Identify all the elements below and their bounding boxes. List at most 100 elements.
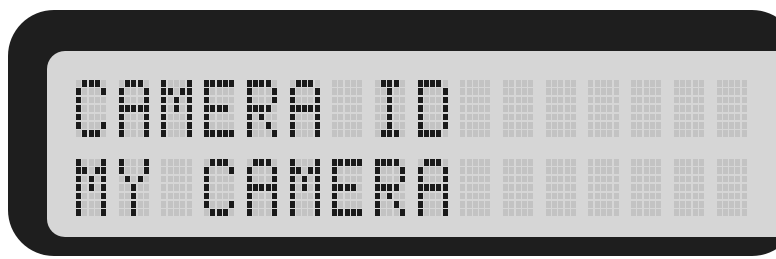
lcd-pixel-off: [656, 184, 662, 191]
lcd-pixel-off: [259, 175, 265, 183]
lcd-pixel-on: [357, 209, 363, 216]
lcd-pixel-off: [308, 209, 314, 216]
lcd-pixel-off: [381, 88, 387, 95]
lcd-pixel-off: [131, 96, 137, 104]
lcd-pixel-off: [161, 201, 167, 208]
lcd-pixel-off: [289, 80, 295, 87]
lcd-pixel-off: [393, 96, 399, 104]
lcd-pixel-off: [528, 105, 534, 112]
lcd-pixel-on: [76, 167, 81, 174]
lcd-pixel-off: [692, 122, 698, 129]
lcd-pixel-off: [302, 130, 308, 137]
lcd-pixel-off: [503, 122, 508, 129]
lcd-pixel-off: [613, 159, 619, 166]
lcd-pixel-on: [88, 175, 94, 183]
lcd-pixel-off: [741, 80, 747, 87]
lcd-pixel-off: [528, 209, 534, 216]
lcd-pixel-on: [417, 167, 423, 174]
lcd-pixel-off: [253, 192, 259, 200]
lcd-pixel-off: [393, 105, 399, 112]
lcd-pixel-off: [716, 113, 722, 121]
lcd-pixel-on: [173, 96, 179, 104]
lcd-pixel-off: [698, 159, 704, 166]
lcd-pixel-off: [351, 192, 357, 200]
lcd-pixel-on: [393, 130, 399, 137]
lcd-pixel-off: [374, 122, 380, 129]
lcd-pixel-off: [259, 88, 265, 95]
lcd-pixel-on: [314, 167, 320, 174]
lcd-pixel-on: [289, 201, 295, 208]
lcd-pixel-on: [423, 130, 429, 137]
lcd-pixel-off: [485, 192, 491, 200]
lcd-pixel-off: [680, 130, 686, 137]
lcd-pixel-off: [503, 80, 508, 87]
lcd-pixel-off: [400, 159, 406, 166]
lcd-pixel-on: [186, 113, 192, 121]
lcd-pixel-off: [393, 122, 399, 129]
lcd-pixel-off: [246, 159, 252, 166]
lcd-pixel-off: [551, 175, 557, 183]
lcd-pixel-on: [332, 209, 338, 216]
lcd-blank-cell: [460, 159, 492, 223]
lcd-pixel-on: [302, 175, 308, 183]
lcd-pixel-off: [692, 88, 698, 95]
lcd-pixel-off: [613, 88, 619, 95]
lcd-pixel-off: [460, 201, 466, 208]
lcd-pixel-off: [570, 88, 576, 95]
lcd-pixel-off: [186, 209, 192, 216]
lcd-pixel-off: [430, 105, 436, 112]
lcd-pixel-off: [357, 167, 363, 174]
lcd-pixel-on: [393, 184, 399, 191]
lcd-pixel-on: [246, 175, 252, 183]
lcd-pixel-off: [656, 130, 662, 137]
lcd-pixel-on: [314, 130, 320, 137]
lcd-pixel-off: [741, 113, 747, 121]
lcd-pixel-on: [271, 184, 277, 191]
lcd-pixel-off: [430, 122, 436, 129]
lcd-pixel-off: [680, 105, 686, 112]
lcd-pixel-off: [686, 184, 692, 191]
lcd-pixel-off: [680, 209, 686, 216]
lcd-pixel-on: [253, 105, 259, 112]
lcd-pixel-off: [600, 88, 606, 95]
lcd-pixel-on: [289, 96, 295, 104]
lcd-pixel-off: [686, 130, 692, 137]
lcd-char-cell: [374, 80, 407, 144]
lcd-pixel-off: [82, 184, 88, 191]
lcd-pixel-on: [210, 105, 216, 112]
lcd-pixel-off: [137, 96, 143, 104]
lcd-pixel-off: [600, 113, 606, 121]
lcd-pixel-on: [289, 209, 295, 216]
lcd-pixel-off: [528, 130, 534, 137]
lcd-pixel-off: [430, 88, 436, 95]
lcd-pixel-off: [265, 130, 271, 137]
lcd-pixel-off: [423, 209, 429, 216]
lcd-pixel-off: [735, 167, 741, 174]
lcd-pixel-on: [387, 96, 393, 104]
lcd-pixel-on: [381, 184, 387, 191]
lcd-pixel-on: [302, 105, 308, 112]
lcd-blank-cell: [460, 80, 492, 144]
lcd-pixel-on: [417, 201, 423, 208]
lcd-pixel-off: [393, 88, 399, 95]
lcd-pixel-off: [88, 209, 94, 216]
lcd-pixel-off: [558, 88, 564, 95]
lcd-pixel-off: [594, 130, 600, 137]
lcd-pixel-on: [314, 105, 320, 112]
lcd-pixel-off: [302, 96, 308, 104]
lcd-pixel-on: [381, 80, 387, 87]
lcd-pixel-off: [460, 192, 466, 200]
lcd-pixel-off: [673, 130, 679, 137]
lcd-pixel-off: [551, 105, 557, 112]
lcd-pixel-off: [118, 192, 124, 200]
lcd-pixel-off: [594, 96, 600, 104]
lcd-pixel-off: [101, 96, 107, 104]
lcd-pixel-off: [570, 167, 576, 174]
lcd-pixel-off: [698, 209, 704, 216]
lcd-pixel-off: [503, 130, 508, 137]
lcd-pixel-off: [253, 130, 259, 137]
lcd-pixel-off: [417, 159, 423, 166]
lcd-pixel-off: [222, 175, 228, 183]
lcd-pixel-off: [735, 130, 741, 137]
lcd-pixel-off: [167, 209, 173, 216]
